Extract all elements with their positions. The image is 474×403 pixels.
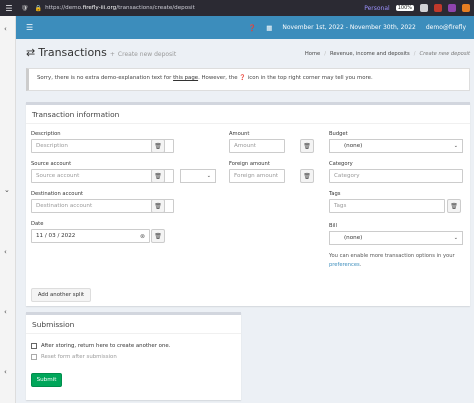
options-help-text: You can enable more transaction options … [329,253,455,268]
description-label: Description [31,131,61,137]
browser-toolbar: ☰ 🛡 🔒 https://demo.firefly-iii.org/trans… [0,0,474,16]
firefox-icon[interactable] [462,4,470,12]
tags-label: Tags [329,191,341,197]
breadcrumb: Home / Revenue, income and deposits / Cr… [304,51,471,57]
preferences-link[interactable]: preferences [329,262,360,268]
shield-icon: 🛡 [21,4,29,12]
url-text: https://demo.firefly-iii.org/transaction… [45,5,195,11]
sidebar-toggle-icon[interactable]: ☰ [26,23,33,32]
submission-box: Submission After storing, return here to… [26,312,241,400]
date-range-picker[interactable]: November 1st, 2022 - November 30th, 2022 [282,24,415,31]
chevron-left-icon[interactable]: ‹ [4,308,7,316]
top-navbar: ☰ ❓ ▦ November 1st, 2022 - November 30th… [16,16,474,39]
menu-icon[interactable]: ☰ [0,4,18,13]
destination-account-label: Destination account [31,191,84,197]
bill-label: Bill [329,223,337,229]
budget-label: Budget [329,131,348,137]
amount-input[interactable]: Amount [229,139,285,153]
page-subtitle: Create new deposit [117,51,177,58]
tags-input[interactable]: Tags [329,199,445,213]
trash-icon[interactable]: 🗑 [447,199,461,213]
breadcrumb-home[interactable]: Home [305,51,320,57]
return-here-checkbox[interactable]: After storing, return here to create ano… [31,343,170,349]
address-bar[interactable]: 🛡 🔒 https://demo.firefly-iii.org/transac… [18,0,364,16]
question-icon: ❓ [239,75,247,81]
container-label[interactable]: Personal [364,5,390,12]
content-header: ⇄ Transactions + Create new deposit Home… [16,39,474,65]
this-page-link[interactable]: this page [173,75,198,81]
currency-select[interactable]: ⌄ [180,169,216,183]
chevron-down-icon: ⌄ [453,143,458,149]
lock-icon: 🔒 [34,4,43,12]
profile-icon[interactable] [448,4,456,12]
chevron-left-icon[interactable]: ‹ [4,25,7,33]
zoom-level[interactable]: 100% [395,5,414,11]
extension-icon[interactable] [434,4,442,12]
trash-icon[interactable]: 🗑 [300,169,314,183]
checkbox[interactable] [31,343,37,349]
submit-button[interactable]: Submit [31,373,62,387]
amount-label: Amount [229,131,250,137]
plus-icon: + [109,51,115,58]
transaction-info-box: Transaction information Description Desc… [26,102,470,306]
reset-form-checkbox[interactable]: Reset form after submission [31,354,117,360]
chevron-down-icon[interactable]: ⌄ [4,186,10,194]
chevron-down-icon: ⌄ [206,173,211,179]
demo-callout: Sorry, there is no extra demo-explanatio… [26,68,470,91]
foreign-amount-label: Foreign amount [229,161,270,167]
clear-date-icon[interactable]: ⊗ [140,233,145,240]
help-icon[interactable]: ❓ [248,24,256,32]
trash-icon[interactable]: 🗑 [151,169,165,183]
category-label: Category [329,161,353,167]
calendar-icon[interactable]: ▦ [266,24,272,32]
foreign-amount-input[interactable]: Foreign amount [229,169,285,183]
bill-select[interactable]: (none) ⌄ [329,231,463,245]
star-icon[interactable] [420,4,428,12]
checkbox[interactable] [31,354,37,360]
trash-icon[interactable]: 🗑 [300,139,314,153]
budget-select[interactable]: (none) ⌄ [329,139,463,153]
breadcrumb-revenue[interactable]: Revenue, income and deposits [330,51,410,57]
box-title: Submission [26,315,241,334]
breadcrumb-current: Create new deposit [419,51,471,57]
date-input[interactable]: 11 / 03 / 2022 ⊗ [31,229,150,243]
category-input[interactable]: Category [329,169,463,183]
chevron-down-icon: ⌄ [453,235,458,241]
user-menu[interactable]: demo@firefly [426,24,466,31]
chevron-left-icon[interactable]: ‹ [4,248,7,256]
chevron-left-icon[interactable]: ‹ [4,368,7,376]
trash-icon[interactable]: 🗑 [151,139,165,153]
source-account-label: Source account [31,161,72,167]
exchange-icon: ⇄ [26,46,36,59]
sidebar-rail: ‹ ⌄ ‹ ‹ ‹ [0,16,16,403]
page-title: ⇄ Transactions + Create new deposit [26,46,177,59]
trash-icon[interactable]: 🗑 [151,199,165,213]
add-split-button[interactable]: Add another split [31,288,91,302]
date-label: Date [31,221,44,227]
box-title: Transaction information [26,105,470,124]
trash-icon[interactable]: 🗑 [151,229,165,243]
